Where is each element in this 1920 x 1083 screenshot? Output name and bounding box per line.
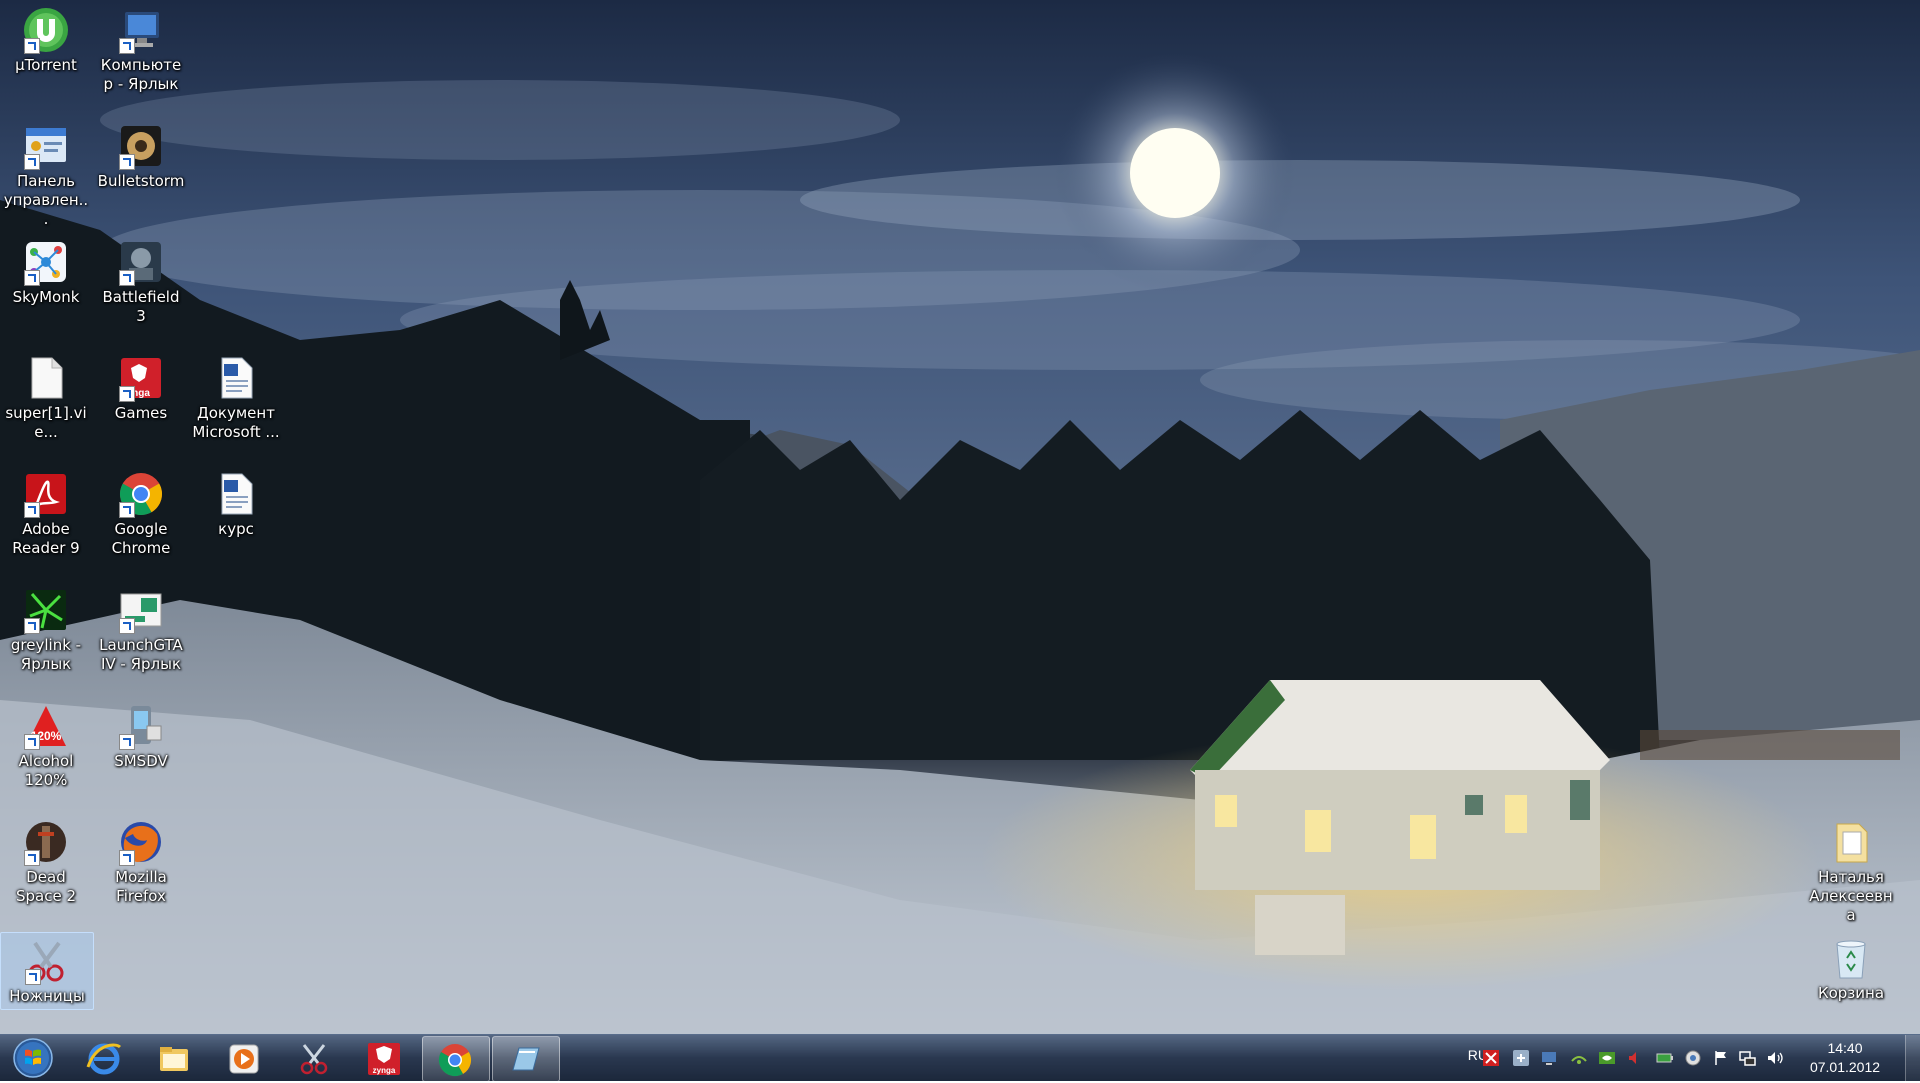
action-center-flag-icon[interactable] <box>1712 1049 1730 1067</box>
snipping-tool-icon <box>300 1044 328 1075</box>
desktop-icon-utorrent[interactable]: µTorrent <box>0 2 92 75</box>
desktop-icon-battlefield[interactable]: Battlefield 3 <box>95 234 187 326</box>
monitor-icon[interactable] <box>1540 1049 1558 1067</box>
desktop-icon-kurs[interactable]: курс <box>190 466 282 539</box>
start-button[interactable] <box>8 1037 58 1079</box>
desktop-icon-label: Games <box>114 404 168 422</box>
desktop-icon-label: LaunchGTAIV - Ярлык <box>99 636 183 673</box>
desktop-icon-label: super[1].vie... <box>5 404 87 441</box>
bulletstorm-icon <box>117 122 165 170</box>
word-document-icon <box>212 470 260 518</box>
zynga-icon: zynga <box>368 1043 400 1075</box>
system-tray <box>1420 1035 1840 1081</box>
taskbar-window[interactable] <box>492 1036 560 1082</box>
desktop-icon-label: курс <box>218 520 254 538</box>
desktop-icon-control-panel[interactable]: Панель управлен... <box>0 118 92 229</box>
desktop-icon-games[interactable]: nga Games <box>95 350 187 423</box>
desktop[interactable]: µTorrent Компьютер - Ярлык Панель управл… <box>0 0 1920 1034</box>
svg-text:zynga: zynga <box>373 1066 396 1075</box>
clock[interactable]: 14:40 07.01.2012 <box>1800 1039 1890 1077</box>
clock-date: 07.01.2012 <box>1809 1059 1881 1075</box>
taskbar-media-player[interactable] <box>212 1036 278 1080</box>
utility-icon[interactable] <box>1512 1049 1530 1067</box>
desktop-icon-label: greylink - Ярлык <box>10 636 82 673</box>
desktop-icon-label: Документ Microsoft ... <box>192 404 280 441</box>
taskbar-chrome[interactable] <box>422 1036 490 1082</box>
taskbar-internet-explorer[interactable] <box>72 1036 138 1080</box>
firefox-icon <box>117 818 165 866</box>
wallpaper-winter-night <box>0 0 1920 1034</box>
battery-icon[interactable] <box>1656 1049 1674 1067</box>
desktop-icon-label: µTorrent <box>15 56 77 74</box>
network-icon[interactable] <box>1738 1049 1756 1067</box>
desktop-icon-dead-space[interactable]: Dead Space 2 <box>0 814 92 906</box>
desktop-icon-launch-gtaiv[interactable]: LaunchGTAIV - Ярлык <box>95 582 187 674</box>
taskbar: zynga RU 14:40 07.01.2012 <box>0 1034 1920 1082</box>
dead-space-icon <box>22 818 70 866</box>
desktop-icon-label: Battlefield 3 <box>102 288 180 325</box>
battlefield-icon <box>117 238 165 286</box>
desktop-icon-label: Ножницы <box>9 987 85 1005</box>
desktop-icon-snipping-tool[interactable]: Ножницы <box>0 932 94 1010</box>
utorrent-icon <box>22 6 70 54</box>
snipping-tool-icon <box>23 937 71 985</box>
desktop-icon-firefox[interactable]: Mozilla Firefox <box>95 814 187 906</box>
taskbar-explorer[interactable] <box>142 1036 208 1080</box>
file-icon <box>22 354 70 402</box>
taskbar-zynga[interactable]: zynga <box>352 1036 418 1080</box>
explorer-folder-icon <box>160 1047 188 1071</box>
alcohol-icon: 120% <box>22 702 70 750</box>
show-desktop-button[interactable] <box>1905 1035 1920 1081</box>
nvidia-icon[interactable] <box>1598 1049 1616 1067</box>
gtaiv-icon <box>117 586 165 634</box>
desktop-icon-user-folder[interactable]: Наталья Алексеевна <box>1805 814 1897 925</box>
control-panel-icon <box>22 122 70 170</box>
sync-icon[interactable] <box>1684 1049 1702 1067</box>
recycle-bin-icon <box>1827 934 1875 982</box>
desktop-icon-adobe-reader[interactable]: Adobe Reader 9 <box>0 466 92 558</box>
desktop-icon-google-chrome[interactable]: Google Chrome <box>95 466 187 558</box>
volume-muted-icon[interactable] <box>1626 1049 1644 1067</box>
desktop-icon-label: Компьютер - Ярлык <box>100 56 182 93</box>
zynga-games-icon: nga <box>117 354 165 402</box>
chrome-icon <box>438 1044 472 1077</box>
internet-explorer-icon <box>86 1043 122 1075</box>
desktop-icon-label: Bulletstorm <box>97 172 185 190</box>
desktop-icon-label: Dead Space 2 <box>15 868 77 905</box>
flag-red-icon[interactable] <box>1482 1049 1500 1067</box>
taskbar-snipping-tool[interactable] <box>282 1036 348 1080</box>
desktop-icon-skymonk[interactable]: SkyMonk <box>0 234 92 307</box>
chrome-icon <box>117 470 165 518</box>
desktop-icon-computer[interactable]: Компьютер - Ярлык <box>95 2 187 94</box>
media-player-icon <box>229 1044 259 1074</box>
network-activity-icon[interactable] <box>1570 1049 1588 1067</box>
desktop-icon-label: Alcohol 120% <box>18 752 74 789</box>
desktop-icon-word-document[interactable]: Документ Microsoft ... <box>190 350 282 442</box>
smsdv-icon <box>117 702 165 750</box>
desktop-icon-label: Наталья Алексеевна <box>1809 868 1893 924</box>
desktop-icon-label: SkyMonk <box>12 288 80 306</box>
desktop-icon-bulletstorm[interactable]: Bulletstorm <box>95 118 187 191</box>
skymonk-icon <box>22 238 70 286</box>
desktop-icon-label: Google Chrome <box>111 520 171 557</box>
computer-icon <box>117 6 165 54</box>
word-document-icon <box>212 354 260 402</box>
desktop-icon-label: Корзина <box>1817 984 1885 1002</box>
desktop-icon-alcohol[interactable]: 120% Alcohol 120% <box>0 698 92 790</box>
desktop-icon-label: SMSDV <box>114 752 168 770</box>
clock-time: 14:40 <box>1827 1040 1863 1056</box>
adobe-reader-icon <box>22 470 70 518</box>
desktop-icon-label: Панель управлен... <box>3 172 89 228</box>
desktop-icon-smsdv[interactable]: SMSDV <box>95 698 187 771</box>
desktop-icon-super-file[interactable]: super[1].vie... <box>0 350 92 442</box>
window-icon <box>512 1047 540 1071</box>
greylink-icon <box>22 586 70 634</box>
desktop-icon-recycle-bin[interactable]: Корзина <box>1805 930 1897 1003</box>
volume-icon[interactable] <box>1766 1049 1784 1067</box>
desktop-icon-label: Mozilla Firefox <box>115 868 167 905</box>
desktop-icon-greylink[interactable]: greylink - Ярлык <box>0 582 92 674</box>
folder-icon <box>1827 818 1875 866</box>
desktop-icon-label: Adobe Reader 9 <box>12 520 80 557</box>
